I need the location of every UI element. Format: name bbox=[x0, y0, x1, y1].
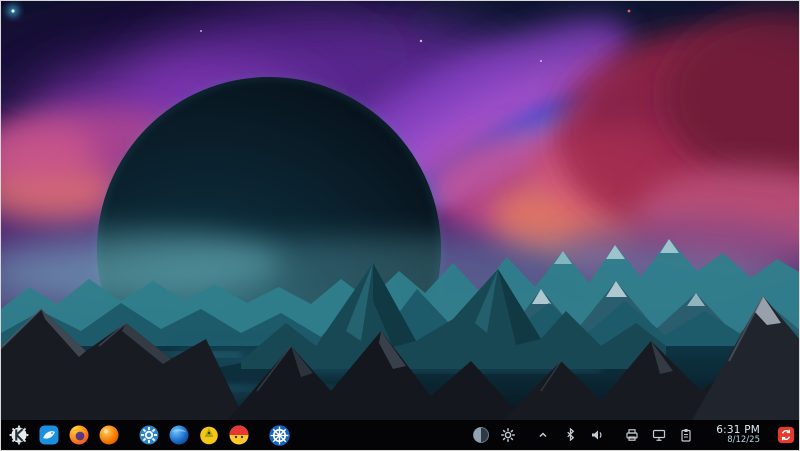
file-manager-icon bbox=[39, 425, 59, 445]
display-icon bbox=[652, 429, 666, 441]
clock-date: 8/12/25 bbox=[727, 435, 760, 446]
firefox-icon bbox=[69, 425, 89, 445]
taskbar-button-ship-wheel[interactable] bbox=[267, 423, 291, 447]
taskbar-button-orange-app[interactable] bbox=[97, 423, 121, 447]
system-tray: 6:31 PM 8/12/25 bbox=[472, 424, 795, 446]
tray-button-updates-notifier[interactable] bbox=[777, 426, 795, 444]
taskbar-button-file-manager[interactable] bbox=[37, 423, 61, 447]
clock[interactable]: 6:31 PM 8/12/25 bbox=[714, 424, 760, 446]
taskbar-button-system-settings[interactable] bbox=[137, 423, 161, 447]
tray-button-half-moon[interactable] bbox=[472, 426, 490, 444]
tray-button-display[interactable] bbox=[650, 426, 668, 444]
half-moon-icon bbox=[473, 426, 489, 443]
tray-button-expander[interactable] bbox=[534, 426, 552, 444]
desktop-wallpaper[interactable] bbox=[1, 1, 800, 422]
ship-wheel-icon bbox=[268, 424, 290, 446]
blue-globe-browser-icon bbox=[169, 425, 189, 445]
taskbar-button-yellow-mascot[interactable] bbox=[197, 423, 221, 447]
yellow-mascot-icon bbox=[200, 426, 218, 445]
tray-button-bluetooth[interactable] bbox=[561, 426, 579, 444]
red-yellow-mascot-icon bbox=[229, 425, 249, 445]
taskbar-button-firefox[interactable] bbox=[67, 423, 91, 447]
app-launcher-kde-icon bbox=[9, 425, 29, 445]
taskbar-button-blue-globe[interactable] bbox=[167, 423, 191, 447]
taskbar: 6:31 PM 8/12/25 bbox=[1, 420, 799, 450]
desktop-screen: 6:31 PM 8/12/25 bbox=[0, 0, 800, 451]
taskbar-button-red-yellow-mascot[interactable] bbox=[227, 423, 251, 447]
bluetooth-icon bbox=[566, 428, 574, 442]
tray-button-printer[interactable] bbox=[623, 426, 641, 444]
printer-icon bbox=[626, 429, 638, 441]
gear-icon bbox=[501, 428, 515, 442]
orange-sphere-app-icon bbox=[99, 425, 119, 445]
tray-button-settings[interactable] bbox=[499, 426, 517, 444]
taskbar-button-app-launcher[interactable] bbox=[7, 423, 31, 447]
updates-notifier-icon bbox=[777, 426, 795, 444]
taskbar-launchers bbox=[7, 423, 291, 447]
volume-icon bbox=[592, 430, 602, 440]
system-settings-gear-icon bbox=[139, 425, 159, 445]
tray-button-clipboard[interactable] bbox=[677, 426, 695, 444]
clipboard-icon bbox=[681, 428, 691, 442]
tray-button-volume[interactable] bbox=[588, 426, 606, 444]
expander-caret-icon bbox=[539, 432, 547, 438]
